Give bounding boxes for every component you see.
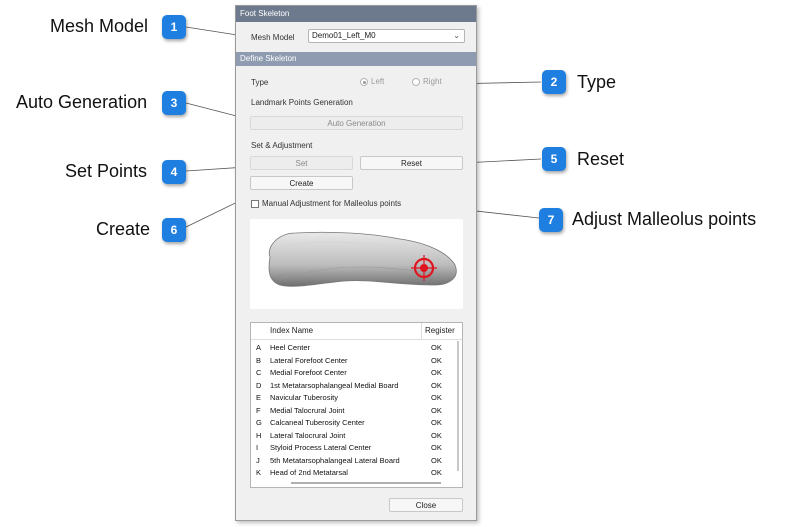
callout-badge-3: 3: [162, 91, 186, 115]
manual-adjust-label: Manual Adjustment for Malleolus points: [262, 199, 402, 208]
define-skeleton-header: Define Skeleton: [236, 52, 476, 66]
table-row[interactable]: G Calcaneal Tuberosity Center OK: [251, 417, 454, 430]
table-horizontal-scrollbar[interactable]: [291, 482, 441, 484]
callout-label-mesh-model: Mesh Model: [50, 16, 149, 36]
callout-badge-7: 7: [539, 208, 563, 232]
landmark-heading: Landmark Points Generation: [251, 98, 353, 107]
set-adjust-heading: Set & Adjustment: [251, 141, 313, 150]
foot-skeleton-panel: Foot Skeleton Mesh Model Demo01_Left_M0 …: [235, 5, 477, 521]
foot-model-preview: [250, 219, 463, 309]
table-row[interactable]: C Medial Forefoot Center OK: [251, 367, 454, 380]
type-left-radio[interactable]: [360, 78, 368, 86]
callout-label-auto-generation: Auto Generation: [16, 92, 148, 112]
mesh-model-label: Mesh Model: [251, 33, 295, 42]
auto-generation-button[interactable]: Auto Generation: [250, 116, 463, 130]
table-row[interactable]: H Lateral Talocrural Joint OK: [251, 430, 454, 443]
callout-badge-5: 5: [542, 147, 566, 171]
callout-label-adjust-malleolus: Adjust Malleolus points: [572, 209, 757, 229]
table-row[interactable]: B Lateral Forefoot Center OK: [251, 355, 454, 368]
manual-adjust-checkbox[interactable]: [251, 200, 259, 208]
mesh-model-value: Demo01_Left_M0: [312, 31, 376, 40]
table-row[interactable]: K Head of 2nd Metatarsal OK: [251, 467, 454, 480]
chevron-down-icon: ⌄: [453, 31, 460, 40]
type-label: Type: [251, 78, 269, 87]
type-right-label: Right: [423, 77, 442, 86]
table-row[interactable]: A Heel Center OK: [251, 342, 454, 355]
table-row[interactable]: F Medial Talocrural Joint OK: [251, 405, 454, 418]
close-button[interactable]: Close: [389, 498, 463, 512]
table-row[interactable]: E Navicular Tuberosity OK: [251, 392, 454, 405]
table-header: Index Name Register: [251, 323, 462, 340]
callout-badge-6: 6: [162, 218, 186, 242]
callout-badge-4: 4: [162, 160, 186, 184]
landmark-table: Index Name Register A Heel Center OK B Late…: [250, 322, 463, 488]
type-left-label: Left: [371, 77, 385, 86]
callout-badge-1: 1: [162, 15, 186, 39]
create-button[interactable]: Create: [250, 176, 353, 190]
table-row[interactable]: I Styloid Process Lateral Center OK: [251, 442, 454, 455]
table-row[interactable]: J 5th Metatarsophalangeal Lateral Board OK: [251, 455, 454, 468]
column-header-index-name: Index Name: [270, 326, 314, 335]
reset-button[interactable]: Reset: [360, 156, 463, 170]
type-right-radio[interactable]: [412, 78, 420, 86]
table-row[interactable]: D 1st Metatarsophalangeal Medial Board OK: [251, 380, 454, 393]
callout-label-set-points: Set Points: [65, 161, 148, 181]
set-button[interactable]: Set: [250, 156, 353, 170]
table-vertical-scrollbar[interactable]: [457, 341, 459, 471]
mesh-model-select[interactable]: Demo01_Left_M0 ⌄: [308, 29, 465, 43]
callout-label-create: Create: [96, 219, 151, 239]
callout-label-type: Type: [577, 72, 617, 92]
callout-label-reset: Reset: [577, 149, 625, 169]
column-header-register: Register: [421, 323, 455, 339]
callout-badge-2: 2: [542, 70, 566, 94]
panel-title: Foot Skeleton: [236, 6, 476, 22]
